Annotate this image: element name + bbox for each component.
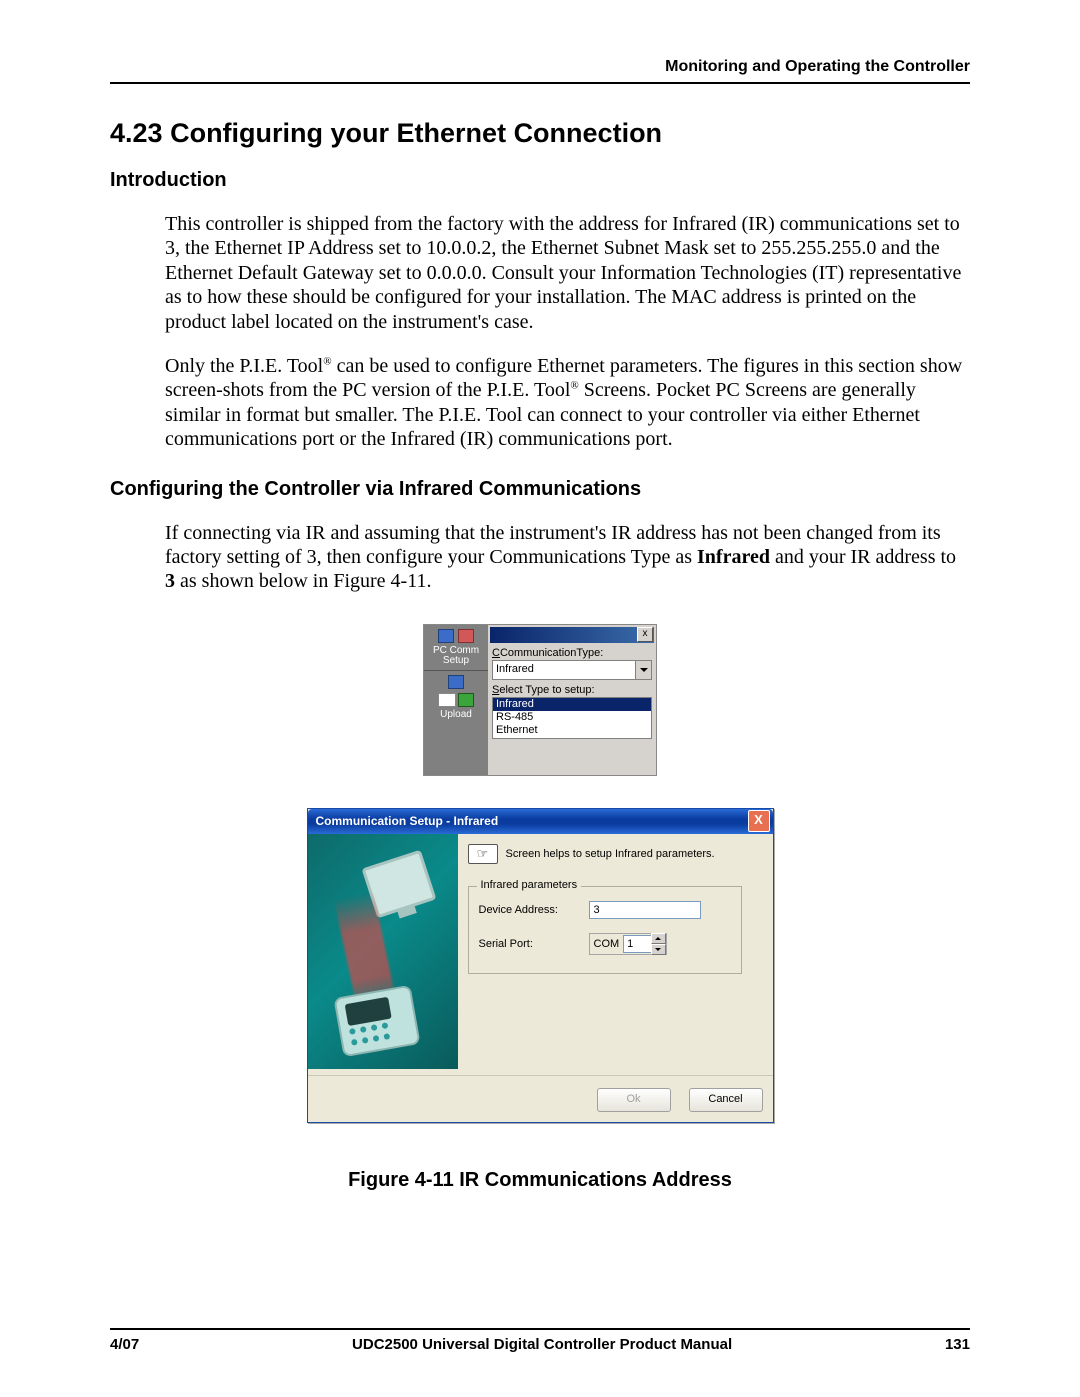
registered-mark: ®	[570, 380, 578, 392]
mini-titlebar: x	[490, 627, 654, 643]
controller-graphic	[333, 984, 420, 1057]
section-title-text: Configuring your Ethernet Connection	[170, 118, 662, 148]
section-number: 4.23	[110, 118, 163, 148]
cancel-button[interactable]: Cancel	[689, 1088, 763, 1112]
label-device-address: Device Address:	[479, 904, 589, 916]
text-fragment: as shown below in Figure 4-11.	[175, 570, 431, 592]
commtype-combobox[interactable]: Infrared	[492, 660, 652, 680]
mini-sidebar: PC Comm Setup Upload	[424, 625, 488, 775]
com-spinner	[651, 933, 666, 955]
fieldset-legend: Infrared parameters	[477, 879, 582, 891]
helper-text: Screen helps to setup Infrared parameter…	[506, 848, 715, 860]
footer-date: 4/07	[110, 1336, 139, 1353]
device-address-input[interactable]	[589, 901, 701, 919]
grid-icon	[438, 693, 456, 707]
intro-paragraph-1: This controller is shipped from the fact…	[165, 212, 970, 334]
dropdown-button[interactable]	[635, 661, 651, 679]
mini-panel: x CCommunicationType: Infrared Select Ty…	[488, 625, 656, 775]
monitor-icon	[448, 675, 464, 689]
intro-paragraph-2: Only the P.I.E. Tool® can be used to con…	[165, 354, 970, 452]
text-fragment: and your IR address to	[770, 546, 956, 568]
label-text: elect Type to setup:	[499, 684, 594, 696]
device-icon	[458, 629, 474, 643]
spin-down-button[interactable]	[651, 944, 666, 955]
bold-three: 3	[165, 570, 175, 592]
chevron-down-icon	[640, 668, 648, 672]
text-fragment: Only the P.I.E. Tool	[165, 355, 323, 377]
serial-port-field: COM	[589, 933, 667, 955]
spin-up-button[interactable]	[651, 933, 666, 944]
ok-button[interactable]: Ok	[597, 1088, 671, 1112]
label-communication-type: CCommunicationType:	[492, 647, 654, 659]
intro-heading: Introduction	[110, 169, 970, 192]
ir-paragraph-1: If connecting via IR and assuming that t…	[165, 521, 970, 594]
chevron-down-icon	[655, 948, 661, 951]
infrared-parameters-fieldset: Infrared parameters Device Address: Seri…	[468, 886, 742, 974]
header-rule	[110, 82, 970, 84]
footer-page-number: 131	[945, 1336, 970, 1353]
sidebar-label: Upload	[440, 709, 472, 720]
list-item[interactable]: RS-485	[493, 711, 651, 724]
section-title: 4.23 Configuring your Ethernet Connectio…	[110, 118, 970, 149]
comm-type-screenshot: PC Comm Setup Upload x	[423, 624, 657, 776]
sidebar-item-pc-comm-setup[interactable]: PC Comm Setup	[424, 625, 488, 671]
upload-arrow-icon	[458, 693, 474, 707]
list-item[interactable]: Infrared	[493, 698, 651, 711]
comm-setup-dialog: Communication Setup - Infrared X ☞ Scree…	[307, 808, 774, 1123]
com-prefix: COM	[590, 938, 624, 950]
label-serial-port: Serial Port:	[479, 938, 589, 950]
dialog-title: Communication Setup - Infrared	[316, 814, 499, 828]
footer-title: UDC2500 Universal Digital Controller Pro…	[352, 1336, 732, 1353]
com-number-input[interactable]	[623, 935, 650, 953]
running-header: Monitoring and Operating the Controller	[110, 58, 970, 76]
sidebar-item-upload[interactable]: Upload	[424, 671, 488, 724]
pointing-hand-icon: ☞	[468, 844, 498, 864]
monitor-icon	[438, 629, 454, 643]
figure-caption: Figure 4-11 IR Communications Address	[348, 1169, 732, 1192]
helper-row: ☞ Screen helps to setup Infrared paramet…	[468, 844, 761, 864]
dialog-illustration	[308, 834, 458, 1069]
chevron-up-icon	[655, 937, 661, 940]
label-text: CommunicationType:	[500, 647, 603, 659]
dialog-titlebar: Communication Setup - Infrared X	[308, 809, 773, 834]
mnemonic-underline: C	[492, 647, 500, 659]
dialog-separator	[308, 1075, 773, 1076]
sidebar-label: PC Comm Setup	[433, 645, 479, 667]
registered-mark: ®	[323, 355, 331, 367]
page-footer: 4/07 UDC2500 Universal Digital Controlle…	[110, 1328, 970, 1353]
mini-close-button[interactable]: x	[637, 627, 653, 642]
commtype-value: Infrared	[493, 661, 635, 679]
type-listbox[interactable]: Infrared RS-485 Ethernet	[492, 697, 652, 739]
label-select-type: Select Type to setup:	[492, 684, 654, 696]
ir-heading: Configuring the Controller via Infrared …	[110, 478, 970, 501]
dialog-close-button[interactable]: X	[748, 810, 770, 832]
list-item[interactable]: Ethernet	[493, 724, 651, 737]
bold-infrared: Infrared	[697, 546, 770, 568]
